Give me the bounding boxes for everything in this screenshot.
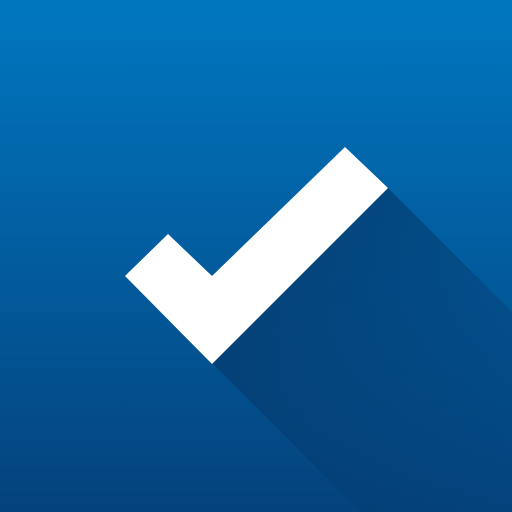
app-icon-graphic xyxy=(0,0,512,512)
app-icon xyxy=(0,0,512,512)
